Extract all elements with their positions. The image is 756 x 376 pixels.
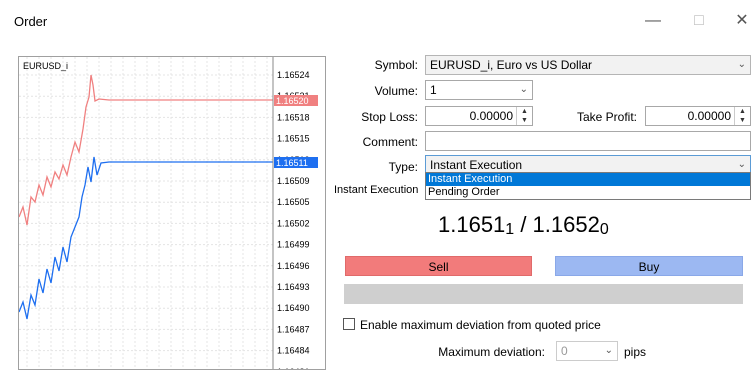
bid-quote: 1.1651: [438, 212, 506, 237]
type-value: Instant Execution: [430, 158, 523, 172]
ask-quote: 1.1652: [532, 212, 600, 237]
bid-quote-pip: 1: [505, 221, 515, 238]
price-tick-label: 1.16490: [277, 303, 310, 313]
comment-label: Comment:: [362, 135, 418, 149]
chevron-down-icon: ⌄: [519, 84, 528, 95]
ask-price-line: [19, 74, 273, 226]
price-tick-label: 1.16496: [277, 261, 310, 271]
type-label: Type:: [388, 160, 418, 174]
price-tick-label: 1.16481: [277, 367, 310, 369]
title-bar: Order — □ ✕: [0, 0, 756, 40]
volume-label: Volume:: [374, 84, 418, 98]
type-option-instant[interactable]: Instant Execution: [426, 173, 750, 186]
close-icon[interactable]: ✕: [729, 10, 755, 32]
pips-label: pips: [624, 345, 647, 359]
quote-display: 1.16511 / 1.16520: [438, 212, 609, 239]
volume-combo[interactable]: 1 ⌄: [425, 80, 533, 100]
takeprofit-label: Take Profit:: [576, 110, 637, 124]
takeprofit-value: 0.00000: [687, 109, 731, 123]
tick-chart: 1.165241.165211.165181.165151.165121.165…: [18, 56, 326, 370]
chevron-down-icon: ⌄: [604, 345, 613, 356]
type-dropdown: Instant Execution Pending Order: [425, 172, 751, 200]
stoploss-input[interactable]: 0.00000 ▲ ▼: [425, 106, 533, 126]
price-tick-label: 1.16518: [277, 112, 310, 122]
max-deviation-combo[interactable]: 0 ⌄: [556, 341, 618, 361]
stoploss-spinner[interactable]: ▲ ▼: [516, 107, 532, 125]
volume-value: 1: [430, 83, 437, 97]
stoploss-label: Stop Loss:: [361, 110, 418, 124]
price-tick-label: 1.16499: [277, 240, 310, 250]
price-tick-label: 1.16484: [277, 346, 310, 356]
bid-price-label: 1.16511: [276, 158, 308, 168]
window-title: Order: [14, 14, 48, 29]
symbol-value: EURUSD_i, Euro vs US Dollar: [430, 58, 593, 72]
maximize-icon[interactable]: □: [686, 10, 712, 32]
price-tick-label: 1.16493: [277, 282, 310, 292]
section-label: Instant Execution: [334, 184, 419, 196]
price-tick-label: 1.16509: [277, 176, 310, 186]
symbol-label: Symbol:: [374, 58, 418, 72]
max-deviation-label: Maximum deviation:: [438, 345, 545, 359]
stoploss-value: 0.00000: [469, 109, 513, 123]
sell-button[interactable]: Sell: [345, 256, 532, 276]
quote-separator: /: [514, 212, 533, 237]
deviation-checkbox-label: Enable maximum deviation from quoted pri…: [360, 318, 601, 332]
deviation-checkbox[interactable]: [343, 318, 355, 330]
minimize-icon[interactable]: —: [640, 10, 666, 32]
comment-input[interactable]: [425, 131, 751, 151]
takeprofit-input[interactable]: 0.00000 ▲ ▼: [645, 106, 751, 126]
status-bar: [344, 284, 743, 304]
chart-symbol: EURUSD_i: [23, 61, 69, 71]
bid-price-line: [19, 156, 273, 320]
tick-chart-svg: 1.165241.165211.165181.165151.165121.165…: [19, 57, 318, 369]
chevron-down-icon: ⌄: [737, 59, 746, 70]
price-tick-label: 1.16502: [277, 218, 310, 228]
price-tick-label: 1.16524: [277, 70, 310, 80]
max-deviation-value: 0: [561, 344, 568, 358]
buy-button[interactable]: Buy: [555, 256, 743, 276]
price-tick-label: 1.16505: [277, 197, 310, 207]
price-tick-label: 1.16487: [277, 324, 310, 334]
type-option-pending[interactable]: Pending Order: [426, 186, 750, 199]
price-tick-label: 1.16515: [277, 134, 310, 144]
takeprofit-spinner[interactable]: ▲ ▼: [734, 107, 750, 125]
ask-price-label: 1.16520: [276, 96, 309, 106]
symbol-select[interactable]: EURUSD_i, Euro vs US Dollar ⌄: [425, 55, 751, 75]
ask-quote-pip: 0: [599, 221, 609, 238]
